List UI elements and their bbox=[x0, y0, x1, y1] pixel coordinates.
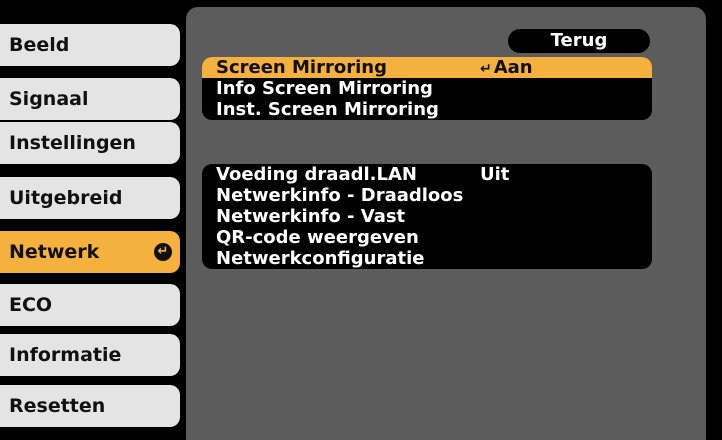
option-screen-mirroring[interactable]: Screen Mirroring ↵ Aan bbox=[202, 57, 652, 78]
option-netwerkconfiguratie[interactable]: Netwerkconfiguratie bbox=[202, 248, 652, 269]
main-menu: Beeld Signaal Instellingen Uitgebreid Ne… bbox=[0, 0, 186, 440]
screen-mirroring-group: Screen Mirroring ↵ Aan Info Screen Mirror… bbox=[202, 57, 652, 120]
option-label: Netwerkinfo - Vast bbox=[216, 206, 406, 227]
option-qr-code-weergeven[interactable]: QR-code weergeven bbox=[202, 227, 652, 248]
option-netwerkinfo-draadloos[interactable]: Netwerkinfo - Draadloos bbox=[202, 185, 652, 206]
option-label: Netwerkinfo - Draadloos bbox=[216, 185, 464, 206]
option-voeding-draadl-lan[interactable]: Voeding draadl.LAN Uit bbox=[202, 164, 652, 185]
menu-item-label: Instellingen bbox=[9, 132, 136, 154]
menu-item-label: Resetten bbox=[9, 395, 106, 417]
option-label: Netwerkconfiguratie bbox=[216, 248, 425, 269]
menu-item-netwerk[interactable]: Netwerk ↵ bbox=[0, 231, 180, 273]
option-inst-screen-mirroring[interactable]: Inst. Screen Mirroring bbox=[202, 99, 652, 120]
menu-item-label: Netwerk bbox=[9, 241, 100, 263]
projector-menu-screen: Beeld Signaal Instellingen Uitgebreid Ne… bbox=[0, 0, 722, 440]
option-value: Uit bbox=[480, 164, 510, 185]
menu-item-signaal[interactable]: Signaal bbox=[0, 78, 180, 120]
menu-item-beeld[interactable]: Beeld bbox=[0, 24, 180, 66]
menu-item-resetten[interactable]: Resetten bbox=[0, 385, 180, 427]
back-button[interactable]: Terug bbox=[508, 29, 650, 53]
menu-item-label: Signaal bbox=[9, 88, 89, 110]
menu-item-instellingen[interactable]: Instellingen bbox=[0, 122, 180, 164]
option-value: ↵ Aan bbox=[480, 57, 533, 78]
menu-item-label: Informatie bbox=[9, 344, 122, 366]
option-label: Voeding draadl.LAN bbox=[216, 164, 417, 185]
option-info-screen-mirroring[interactable]: Info Screen Mirroring bbox=[202, 78, 652, 99]
menu-item-eco[interactable]: ECO bbox=[0, 284, 180, 326]
menu-item-label: Uitgebreid bbox=[9, 187, 123, 209]
option-label: Info Screen Mirroring bbox=[216, 78, 433, 99]
menu-item-informatie[interactable]: Informatie bbox=[0, 334, 180, 376]
option-label: Screen Mirroring bbox=[216, 57, 387, 78]
network-options-group: Voeding draadl.LAN Uit Netwerkinfo - Dra… bbox=[202, 164, 652, 269]
option-label: QR-code weergeven bbox=[216, 227, 419, 248]
enter-icon: ↵ bbox=[480, 61, 492, 77]
menu-item-label: ECO bbox=[9, 294, 53, 316]
option-label: Inst. Screen Mirroring bbox=[216, 99, 439, 120]
menu-item-label: Beeld bbox=[9, 34, 70, 56]
option-netwerkinfo-vast[interactable]: Netwerkinfo - Vast bbox=[202, 206, 652, 227]
menu-item-uitgebreid[interactable]: Uitgebreid bbox=[0, 177, 180, 219]
enter-icon: ↵ bbox=[154, 243, 172, 261]
submenu-panel: Terug Screen Mirroring ↵ Aan Info Screen … bbox=[186, 7, 706, 440]
